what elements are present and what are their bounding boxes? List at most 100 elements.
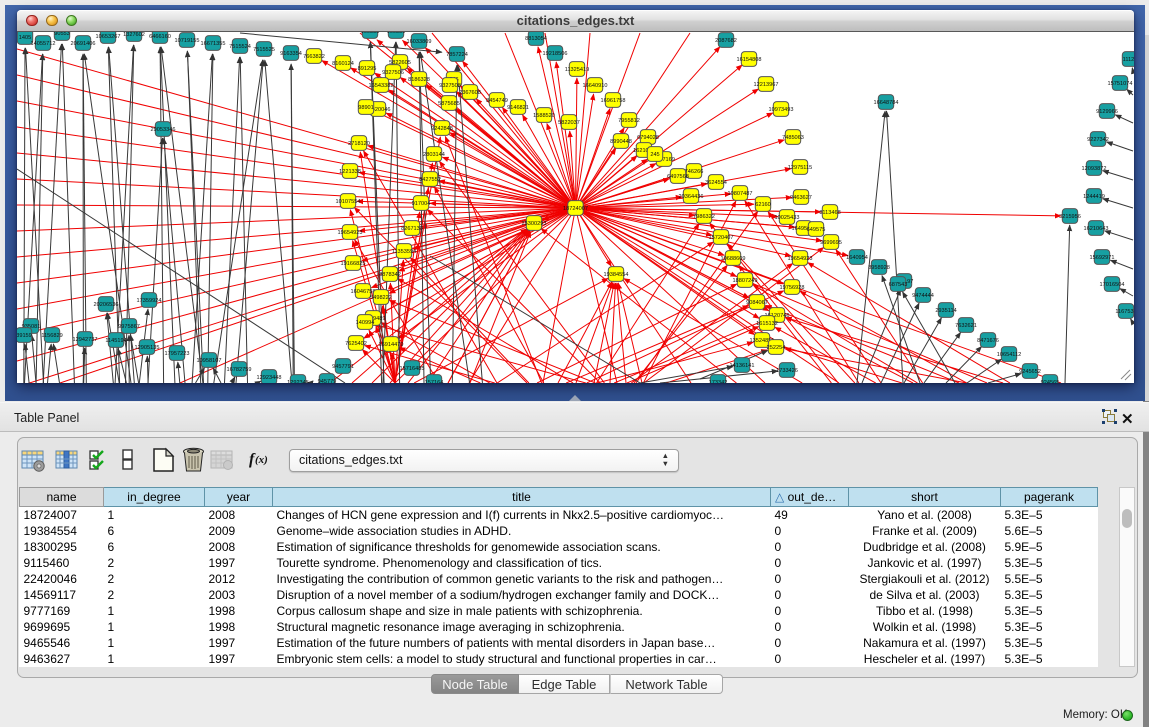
svg-text:12093872: 12093872 <box>1082 166 1107 172</box>
svg-text:62160: 62160 <box>755 202 771 208</box>
svg-text:19384554: 19384554 <box>604 272 629 278</box>
svg-text:252254: 252254 <box>767 345 786 351</box>
svg-text:11122: 11122 <box>1123 57 1134 63</box>
svg-text:(x): (x) <box>255 454 268 466</box>
svg-text:15751074: 15751074 <box>1108 81 1133 87</box>
svg-text:8813054: 8813054 <box>525 36 547 42</box>
svg-text:8267130: 8267130 <box>401 226 423 232</box>
svg-text:10958107: 10958107 <box>197 358 222 364</box>
svg-text:14136141: 14136141 <box>730 363 755 369</box>
svg-text:1640954: 1640954 <box>846 255 868 261</box>
svg-text:1327602: 1327602 <box>123 32 145 38</box>
svg-text:6497568: 6497568 <box>667 174 689 180</box>
svg-text:16961758: 16961758 <box>601 98 626 104</box>
svg-text:7515524: 7515524 <box>229 44 251 50</box>
svg-text:917004: 917004 <box>412 201 431 207</box>
svg-text:1244419: 1244419 <box>1083 194 1105 200</box>
svg-text:15692971: 15692971 <box>1090 255 1115 261</box>
svg-text:7515525: 7515525 <box>253 47 275 53</box>
svg-text:9327506: 9327506 <box>382 70 404 76</box>
svg-text:16154808: 16154808 <box>737 57 762 63</box>
svg-text:10688609: 10688609 <box>721 256 746 262</box>
svg-text:12942737: 12942737 <box>73 337 98 343</box>
svg-text:90553: 90553 <box>54 32 70 37</box>
svg-text:9457791: 9457791 <box>332 364 354 370</box>
svg-text:891295: 891295 <box>358 66 377 72</box>
svg-text:16782759: 16782759 <box>227 367 252 373</box>
svg-text:7955812: 7955812 <box>618 118 640 124</box>
svg-text:1588520: 1588520 <box>533 113 555 119</box>
svg-text:1156829: 1156829 <box>41 333 62 339</box>
svg-text:9245652: 9245652 <box>1019 369 1041 375</box>
svg-text:7625402: 7625402 <box>345 341 367 347</box>
svg-text:16648784: 16648784 <box>874 100 899 106</box>
svg-text:10973493: 10973493 <box>769 107 794 113</box>
svg-text:1167533: 1167533 <box>1115 309 1134 315</box>
svg-text:1292345: 1292345 <box>287 380 309 383</box>
svg-text:9699695: 9699695 <box>820 240 842 246</box>
svg-text:2087682: 2087682 <box>715 38 737 44</box>
svg-text:8186328: 8186328 <box>408 77 430 83</box>
svg-text:16640910: 16640910 <box>583 83 608 89</box>
svg-text:15716485: 15716485 <box>400 366 425 372</box>
svg-text:9146821: 9146821 <box>507 105 529 111</box>
svg-text:8878342: 8878342 <box>379 272 401 278</box>
svg-text:1221338: 1221338 <box>339 169 361 175</box>
svg-text:9975867: 9975867 <box>118 324 140 330</box>
svg-text:19218506: 19218506 <box>543 51 568 57</box>
svg-text:12213967: 12213967 <box>754 82 779 88</box>
svg-text:16914479: 16914479 <box>379 342 404 348</box>
svg-text:245: 245 <box>650 152 659 158</box>
svg-text:1615132: 1615132 <box>756 321 778 327</box>
svg-text:10807487: 10807487 <box>728 191 753 197</box>
svg-text:3624554: 3624554 <box>705 180 727 186</box>
svg-text:18807249: 18807249 <box>733 278 758 284</box>
svg-text:2935114: 2935114 <box>935 308 956 314</box>
svg-text:7485063: 7485063 <box>782 135 804 141</box>
svg-text:12923448: 12923448 <box>257 375 282 381</box>
svg-text:1145194: 1145194 <box>105 338 126 344</box>
svg-text:17957223: 17957223 <box>165 351 190 357</box>
svg-text:9463627: 9463627 <box>790 195 812 201</box>
svg-text:9129966: 9129966 <box>1096 109 1118 115</box>
svg-text:9242848: 9242848 <box>431 126 453 132</box>
svg-text:160338: 160338 <box>361 32 380 35</box>
svg-text:29053346: 29053346 <box>151 127 176 133</box>
svg-text:1405: 1405 <box>19 35 31 41</box>
svg-text:19166825: 19166825 <box>341 261 366 267</box>
svg-text:14055712: 14055712 <box>31 41 56 47</box>
svg-text:173342: 173342 <box>709 380 728 383</box>
svg-text:17359924: 17359924 <box>137 298 162 304</box>
svg-text:20691406: 20691406 <box>71 41 96 47</box>
svg-text:1733426: 1733426 <box>776 368 798 374</box>
svg-text:924565: 924565 <box>1041 380 1060 383</box>
svg-text:20364436: 20364436 <box>679 194 704 200</box>
svg-text:7663822: 7663822 <box>303 54 325 60</box>
svg-text:25300293: 25300293 <box>522 221 547 227</box>
svg-text:8113468: 8113468 <box>819 210 840 216</box>
svg-text:39159: 39159 <box>17 333 32 339</box>
svg-text:5498222: 5498222 <box>370 295 392 301</box>
svg-text:19654923: 19654923 <box>338 230 363 236</box>
svg-text:6794028: 6794028 <box>637 135 659 141</box>
svg-text:2803144: 2803144 <box>423 152 445 158</box>
svg-text:9163354: 9163354 <box>280 51 302 57</box>
svg-text:12905135: 12905135 <box>135 345 160 351</box>
svg-text:19756928: 19756928 <box>780 285 805 291</box>
svg-text:9327508: 9327508 <box>439 83 461 89</box>
svg-text:9084067: 9084067 <box>746 300 768 306</box>
svg-text:687543: 687543 <box>889 282 908 288</box>
svg-text:157164: 157164 <box>425 380 444 383</box>
svg-text:9474444: 9474444 <box>912 293 934 299</box>
svg-text:8471676: 8471676 <box>977 338 999 344</box>
svg-text:16210643: 16210643 <box>1084 226 1109 232</box>
svg-text:17016504: 17016504 <box>1100 282 1125 288</box>
svg-text:8958928: 8958928 <box>868 265 890 271</box>
svg-text:11325419: 11325419 <box>565 67 589 73</box>
svg-text:2367608: 2367608 <box>459 90 481 96</box>
svg-text:649575: 649575 <box>807 227 826 233</box>
svg-text:8454749: 8454749 <box>486 98 508 104</box>
svg-text:7857224: 7857224 <box>446 52 468 58</box>
svg-text:98901: 98901 <box>358 105 374 111</box>
svg-text:5822037: 5822037 <box>558 120 580 126</box>
